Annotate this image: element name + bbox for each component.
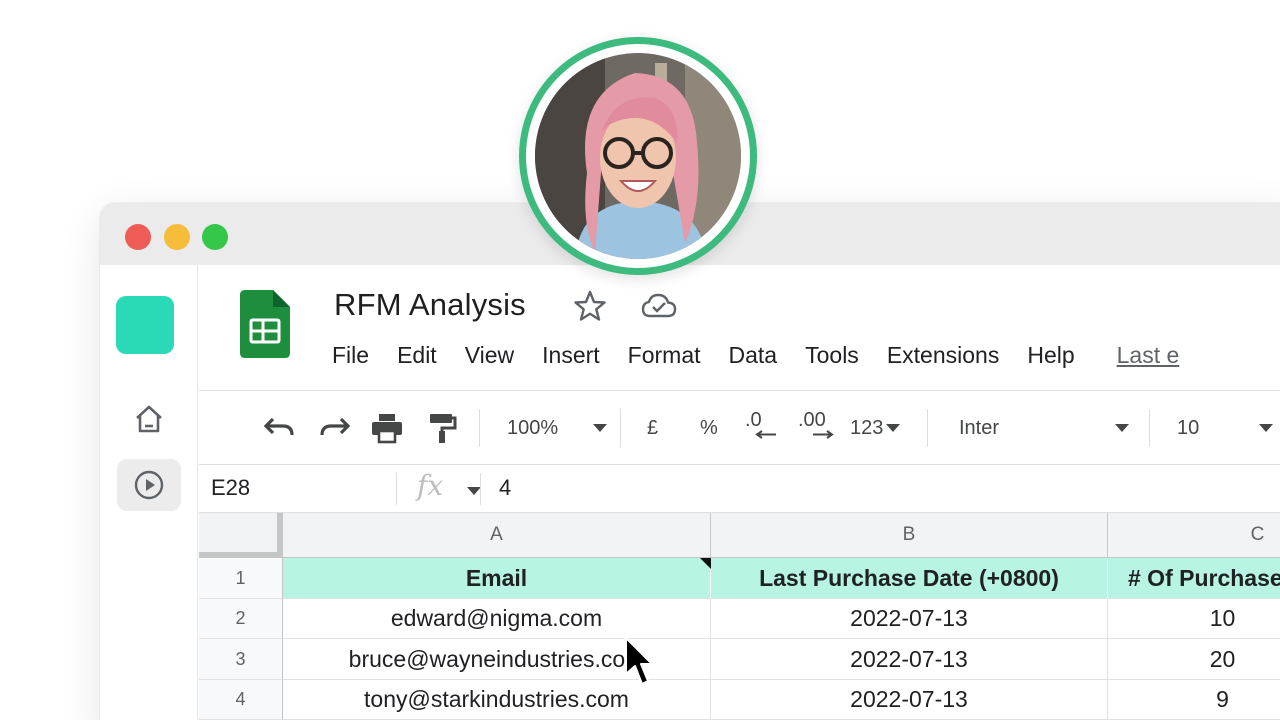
font-size-select[interactable]: 10 xyxy=(1177,411,1273,445)
menu-data[interactable]: Data xyxy=(729,342,778,374)
row-header-1[interactable]: 1 xyxy=(199,558,283,599)
chevron-down-icon xyxy=(1259,424,1273,432)
browser-window: RFM Analysis File Edit View Insert Forma… xyxy=(100,203,1280,720)
fx-icon: fx xyxy=(417,469,444,502)
close-window-button[interactable] xyxy=(125,224,151,250)
formula-divider xyxy=(480,473,481,505)
increase-decimal-label: .00 xyxy=(798,409,826,431)
number-format-label: 123 xyxy=(850,416,884,439)
left-rail xyxy=(100,265,198,720)
cell-a2[interactable]: edward@nigma.com xyxy=(283,599,711,639)
row-header-4[interactable]: 4 xyxy=(199,680,283,720)
row-header-3[interactable]: 3 xyxy=(199,639,283,680)
chevron-down-icon xyxy=(886,424,901,432)
cell-b4[interactable]: 2022-07-13 xyxy=(711,680,1108,720)
toolbar-divider xyxy=(1149,409,1150,447)
column-header-a[interactable]: A xyxy=(283,513,711,558)
arrow-right-icon xyxy=(813,430,834,439)
increase-decimal-button[interactable]: .00 xyxy=(798,409,834,443)
cell-note-indicator xyxy=(700,558,711,569)
formula-input[interactable]: 4 xyxy=(499,475,511,501)
cell-b3[interactable]: 2022-07-13 xyxy=(711,639,1108,680)
sheets-app: RFM Analysis File Edit View Insert Forma… xyxy=(199,265,1280,720)
star-icon[interactable] xyxy=(573,289,607,323)
cell-c4[interactable]: 9 xyxy=(1108,680,1280,720)
currency-format-button[interactable]: £ xyxy=(647,411,658,445)
cell-c3[interactable]: 20 xyxy=(1108,639,1280,680)
arrow-left-icon xyxy=(755,430,776,439)
cell-b1[interactable]: Last Purchase Date (+0800) xyxy=(711,558,1108,599)
formula-bar: E28 fx 4 xyxy=(199,464,1280,513)
cloud-saved-icon[interactable] xyxy=(641,293,677,319)
presenter-avatar xyxy=(519,37,757,275)
decrease-decimal-label: .0 xyxy=(745,409,762,431)
select-all-corner[interactable] xyxy=(199,513,283,558)
cell-c2[interactable]: 10 xyxy=(1108,599,1280,639)
column-header-c[interactable]: C xyxy=(1108,513,1280,558)
play-icon xyxy=(134,470,164,500)
paint-format-icon xyxy=(430,414,457,443)
toolbar-divider xyxy=(479,409,480,447)
number-format-button[interactable]: 123 xyxy=(850,411,901,445)
formula-divider xyxy=(396,473,397,505)
google-sheets-logo xyxy=(240,290,290,358)
print-icon xyxy=(372,414,402,444)
column-header-b[interactable]: B xyxy=(711,513,1108,558)
cell-a1[interactable]: Email xyxy=(283,558,711,599)
toolbar-divider xyxy=(927,409,928,447)
font-family-value: Inter xyxy=(959,416,1000,439)
cell-b2[interactable]: 2022-07-13 xyxy=(711,599,1108,639)
spreadsheet-grid: A B C 1 2 3 4 Email Last Purchase Date (… xyxy=(199,513,1280,720)
menu-format[interactable]: Format xyxy=(628,342,701,374)
cell-c1[interactable]: # Of Purchases xyxy=(1108,558,1280,599)
minimize-window-button[interactable] xyxy=(164,224,190,250)
decrease-decimal-button[interactable]: .0 xyxy=(745,409,777,443)
font-family-select[interactable]: Inter xyxy=(959,411,1129,445)
zoom-value: 100% xyxy=(507,416,559,439)
undo-button[interactable] xyxy=(261,411,297,445)
presenter-photo xyxy=(535,53,741,259)
percent-format-button[interactable]: % xyxy=(700,411,718,445)
chevron-down-icon xyxy=(1115,424,1129,432)
toolbar: 100% £ % .0 .00 123 Inter 10 xyxy=(199,390,1280,464)
menu-help[interactable]: Help xyxy=(1027,342,1074,374)
row-header-2[interactable]: 2 xyxy=(199,599,283,639)
paint-format-button[interactable] xyxy=(427,411,457,445)
menu-insert[interactable]: Insert xyxy=(542,342,600,374)
menu-file[interactable]: File xyxy=(332,342,369,374)
font-size-value: 10 xyxy=(1177,416,1200,439)
chevron-down-icon[interactable] xyxy=(467,486,481,496)
maximize-window-button[interactable] xyxy=(202,224,228,250)
home-button[interactable] xyxy=(117,393,181,445)
redo-button[interactable] xyxy=(317,411,353,445)
mouse-cursor-icon xyxy=(625,637,653,685)
chevron-down-icon xyxy=(593,424,607,432)
menu-extensions[interactable]: Extensions xyxy=(887,342,1000,374)
document-title[interactable]: RFM Analysis xyxy=(334,287,526,323)
toolbar-divider xyxy=(620,409,621,447)
menu-tools[interactable]: Tools xyxy=(805,342,859,374)
menu-edit[interactable]: Edit xyxy=(397,342,437,374)
redo-icon xyxy=(320,417,351,436)
play-button[interactable] xyxy=(117,459,181,511)
zoom-select[interactable]: 100% xyxy=(507,411,607,445)
home-icon xyxy=(136,405,162,433)
menu-view[interactable]: View xyxy=(465,342,514,374)
app-logo[interactable] xyxy=(116,296,174,354)
menu-bar: File Edit View Insert Format Data Tools … xyxy=(332,342,1207,374)
name-box[interactable]: E28 xyxy=(211,475,250,501)
last-edit-link[interactable]: Last e xyxy=(1117,342,1180,374)
print-button[interactable] xyxy=(370,411,404,445)
undo-icon xyxy=(263,417,294,436)
